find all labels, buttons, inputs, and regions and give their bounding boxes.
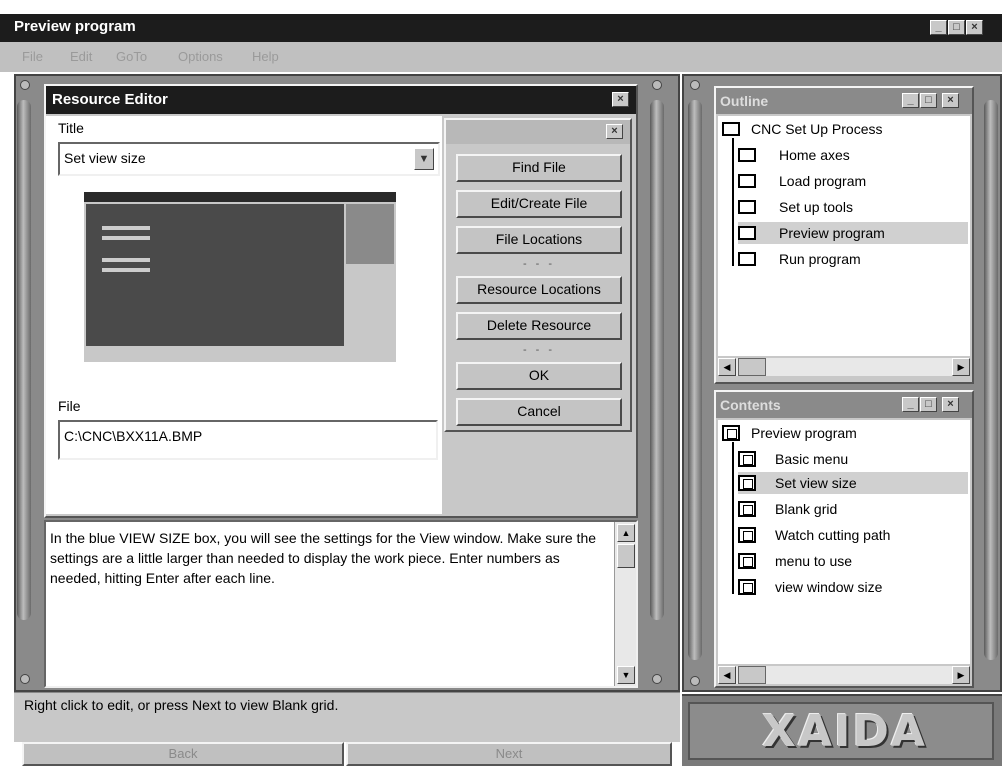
scroll-down-icon[interactable]: ▼ <box>617 666 635 684</box>
right-rail <box>984 100 998 660</box>
back-button[interactable]: Back <box>22 742 344 766</box>
delete-resource-button[interactable]: Delete Resource <box>456 312 622 340</box>
page-icon <box>738 579 756 595</box>
next-button[interactable]: Next <box>346 742 672 766</box>
menu-edit[interactable]: Edit <box>70 49 92 64</box>
outline-item-preview-program[interactable]: Preview program <box>738 222 968 244</box>
xaida-logo: XAIDA <box>762 706 927 757</box>
maximize-icon[interactable]: □ <box>948 20 965 35</box>
menu-file[interactable]: File <box>22 49 43 64</box>
scroll-left-icon[interactable]: ◀ <box>718 358 736 376</box>
resource-editor-title: Resource Editor <box>52 91 168 108</box>
scroll-right-icon[interactable]: ▶ <box>952 358 970 376</box>
menu-goto[interactable]: GoTo <box>116 49 147 64</box>
outline-tree: CNC Set Up Process Home axes Load progra… <box>718 116 970 356</box>
close-icon[interactable]: × <box>606 124 623 139</box>
contents-title: Contents <box>720 397 781 413</box>
page-icon <box>738 451 756 467</box>
file-locations-button[interactable]: File Locations <box>456 226 622 254</box>
right-rail <box>688 100 702 660</box>
preview-thumbnail <box>84 192 396 362</box>
mid-rail <box>650 100 664 620</box>
file-path-field[interactable]: C:\CNC\BXX11A.BMP <box>58 420 438 460</box>
minimize-icon[interactable]: _ <box>902 93 919 108</box>
contents-title-bar: Contents _ □ × <box>716 392 972 418</box>
close-icon[interactable]: × <box>612 92 629 107</box>
maximize-icon[interactable]: □ <box>920 93 937 108</box>
editor-content: Title Set view size ▼ File C:\CNC\BXX11A… <box>46 116 442 514</box>
chevron-down-icon[interactable]: ▼ <box>414 148 434 170</box>
separator: - - - <box>522 258 556 270</box>
folder-icon <box>738 148 756 162</box>
scroll-right-icon[interactable]: ▶ <box>952 666 970 684</box>
folder-icon <box>738 174 756 188</box>
scroll-left-icon[interactable]: ◀ <box>718 666 736 684</box>
close-icon[interactable]: × <box>942 397 959 412</box>
left-rail <box>17 100 31 620</box>
screw <box>20 674 30 684</box>
screw <box>20 80 30 90</box>
outline-scrollbar[interactable]: ◀ ▶ <box>718 358 970 376</box>
folder-icon <box>722 122 740 136</box>
scroll-thumb[interactable] <box>738 666 766 684</box>
open-folder-icon <box>738 226 756 240</box>
outline-title: Outline <box>720 93 769 109</box>
resource-editor-title-bar: Resource Editor × <box>46 86 636 114</box>
window-title-bar: Preview program _ □ × <box>0 14 1002 42</box>
screw <box>690 80 700 90</box>
ok-button[interactable]: OK <box>456 362 622 390</box>
folder-icon <box>738 252 756 266</box>
screw <box>690 676 700 686</box>
menu-options[interactable]: Options <box>178 49 223 64</box>
page-icon <box>738 553 756 569</box>
folder-icon <box>738 200 756 214</box>
close-icon[interactable]: × <box>966 20 983 35</box>
contents-tree: Preview program Basic menu Set view size… <box>718 420 970 664</box>
status-text: Right click to edit, or press Next to vi… <box>24 697 339 713</box>
menu-help[interactable]: Help <box>252 49 279 64</box>
button-panel: × Find File Edit/Create File File Locati… <box>444 118 632 432</box>
window-title: Preview program <box>14 18 136 35</box>
page-icon <box>722 425 740 441</box>
file-path-value: C:\CNC\BXX11A.BMP <box>64 428 203 444</box>
page-icon <box>738 475 756 491</box>
minimize-icon[interactable]: _ <box>930 20 947 35</box>
edit-create-file-button[interactable]: Edit/Create File <box>456 190 622 218</box>
screw <box>652 80 662 90</box>
resource-locations-button[interactable]: Resource Locations <box>456 276 622 304</box>
scroll-thumb[interactable] <box>738 358 766 376</box>
title-dropdown[interactable]: Set view size ▼ <box>58 142 440 176</box>
screw <box>652 674 662 684</box>
outline-title-bar: Outline _ □ × <box>716 88 972 114</box>
title-label: Title <box>58 120 84 136</box>
logo-panel: XAIDA <box>682 694 1002 766</box>
separator: - - - <box>522 344 556 356</box>
file-label: File <box>58 398 81 414</box>
close-icon[interactable]: × <box>942 93 959 108</box>
description-scrollbar[interactable]: ▲ ▼ <box>614 522 636 686</box>
description-text: In the blue VIEW SIZE box, you will see … <box>50 530 597 586</box>
scroll-up-icon[interactable]: ▲ <box>617 524 635 542</box>
maximize-icon[interactable]: □ <box>920 397 937 412</box>
find-file-button[interactable]: Find File <box>456 154 622 182</box>
contents-item-set-view-size[interactable]: Set view size <box>738 472 968 494</box>
cancel-button[interactable]: Cancel <box>456 398 622 426</box>
page-icon <box>738 527 756 543</box>
menu-bar: File Edit GoTo Options Help <box>0 42 1002 72</box>
minimize-icon[interactable]: _ <box>902 397 919 412</box>
status-bar: Right click to edit, or press Next to vi… <box>14 692 680 742</box>
contents-scrollbar[interactable]: ◀ ▶ <box>718 666 970 684</box>
scroll-thumb[interactable] <box>617 544 635 568</box>
page-icon <box>738 501 756 517</box>
title-dropdown-value: Set view size <box>64 150 146 166</box>
description-panel[interactable]: In the blue VIEW SIZE box, you will see … <box>44 520 638 688</box>
